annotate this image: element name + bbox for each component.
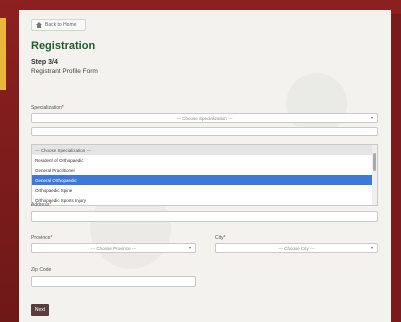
chevron-down-icon [371,117,373,119]
zip-code-input[interactable] [31,276,196,287]
next-button[interactable]: Next [31,304,49,316]
province-label: Province* [31,235,53,241]
dropdown-option[interactable]: Orthopaedic Spine [32,185,377,195]
dropdown-scrollbar[interactable] [372,145,377,205]
dropdown-option[interactable]: General Practitioner [32,165,377,175]
province-select[interactable]: --- Choose Province --- [31,243,196,253]
dropdown-option-highlighted[interactable]: General Orthopaedic [32,175,377,185]
address-label: Address* [31,202,52,208]
city-select[interactable]: --- Choose City --- [215,243,378,253]
specialization-search-input[interactable] [31,127,378,136]
dropdown-option[interactable]: Resident of Orthopaedic [32,155,377,165]
specialization-label: Specialization* [31,105,64,111]
dropdown-option[interactable]: Orthopaedic Sports Injury [32,195,377,205]
back-to-home-button[interactable]: Back to Home [31,19,86,31]
page-title: Registration [31,40,96,52]
zip-code-label: Zip Code [31,267,52,273]
accent-bar [0,18,6,90]
city-label: City* [215,235,226,241]
specialization-select[interactable]: --- Choose Specialization --- [31,113,378,123]
step-indicator: Step 3/4 [31,59,58,66]
home-icon [36,22,42,28]
dropdown-option[interactable]: --- Choose Specialization --- [32,145,377,155]
scrollbar-thumb[interactable] [373,153,376,171]
address-input[interactable] [31,211,378,222]
back-to-home-label: Back to Home [45,22,77,28]
form-subtitle: Registrant Profile Form [31,68,98,75]
registration-card: Back to Home Registration Step 3/4 Regis… [19,10,391,322]
chevron-down-icon [371,247,373,249]
specialization-dropdown: --- Choose Specialization --- Resident o… [31,144,378,206]
chevron-down-icon [189,247,191,249]
